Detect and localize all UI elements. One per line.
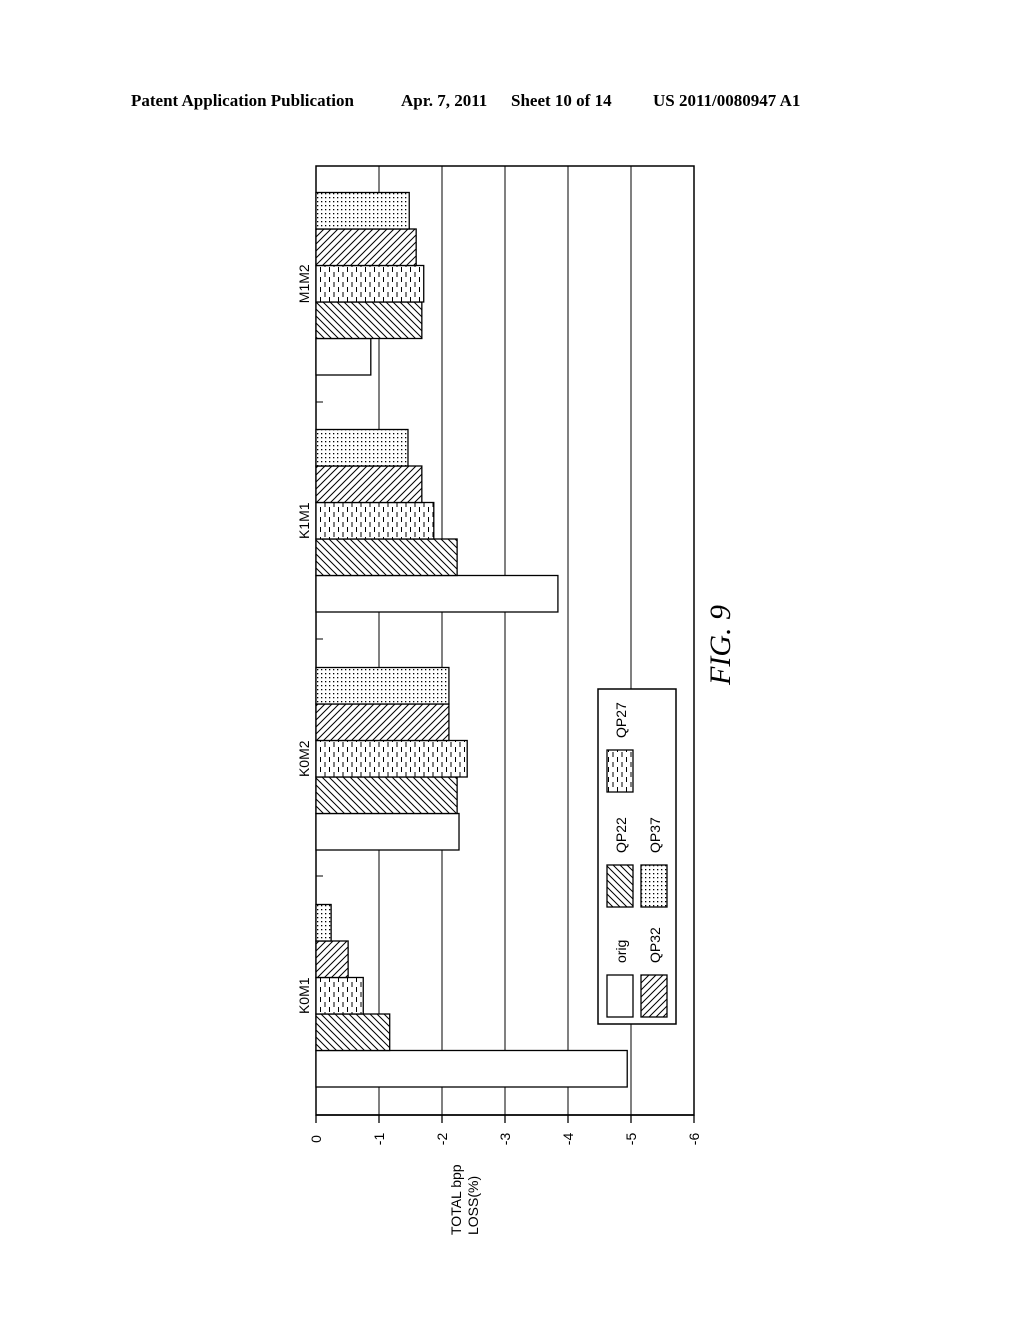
category-label: K0M1 [296, 977, 312, 1014]
bar-chart: 0 -1 -2 -3 -4 -5 -6 K0M1 K0M2 K1M1 M1M2 TOTAL bpp LO… [296, 165, 737, 1235]
category-label: K0M2 [296, 740, 312, 777]
bar-m1m2-qp22 [315, 301, 423, 340]
bar-k0m1-qp27 [315, 976, 364, 1015]
bar-k0m1-qp37 [315, 903, 332, 942]
tick-label: 0 [308, 1135, 324, 1143]
bar-m1m2-qp27 [315, 264, 425, 303]
legend: orig QP22 QP27 QP32 QP37 [597, 688, 677, 1025]
legend-swatch-qp32 [640, 974, 668, 1018]
legend-swatch-qp22 [606, 864, 634, 908]
category-label: M1M2 [296, 264, 312, 303]
tick-label: -2 [434, 1133, 450, 1146]
bar-m1m2-qp32 [315, 228, 417, 267]
legend-swatch-qp37 [640, 864, 668, 908]
tick-label: -4 [560, 1133, 576, 1146]
legend-box [597, 688, 677, 1025]
bar-k0m2-qp22 [315, 776, 458, 815]
tick-label: -5 [623, 1133, 639, 1146]
bar-k1m1-qp37 [315, 428, 409, 467]
category-label: K1M1 [296, 502, 312, 539]
legend-label: QP37 [647, 817, 663, 853]
bar-k0m1-orig [315, 1049, 628, 1088]
tick-label: -1 [371, 1133, 387, 1146]
legend-label: QP32 [647, 927, 663, 963]
bar-k0m1-qp32 [315, 940, 349, 979]
bar-k0m2-qp32 [315, 703, 450, 742]
bar-k1m1-qp22 [315, 538, 458, 577]
legend-label: QP27 [613, 702, 629, 738]
bar-k0m2-qp27 [315, 739, 468, 778]
bar-k1m1-orig [315, 574, 559, 613]
bar-m1m2-qp37 [315, 191, 410, 230]
bar-m1m2-orig [315, 337, 372, 376]
bar-k1m1-qp27 [315, 501, 435, 540]
axis-title: TOTAL bpp [448, 1164, 464, 1235]
legend-swatch-orig [606, 974, 634, 1018]
bar-k0m2-orig [315, 812, 460, 851]
axis-title: LOSS(%) [465, 1176, 481, 1235]
figure-label: FIG. 9 [704, 605, 737, 686]
legend-label: orig [613, 940, 629, 963]
bar-k0m1-qp22 [315, 1013, 391, 1052]
bar-k0m2-qp37 [315, 666, 450, 705]
legend-swatch-qp27 [606, 749, 634, 793]
tick-label: -3 [497, 1133, 513, 1146]
bar-k1m1-qp32 [315, 465, 423, 504]
tick-label: -6 [686, 1133, 702, 1146]
legend-label: QP22 [613, 817, 629, 853]
